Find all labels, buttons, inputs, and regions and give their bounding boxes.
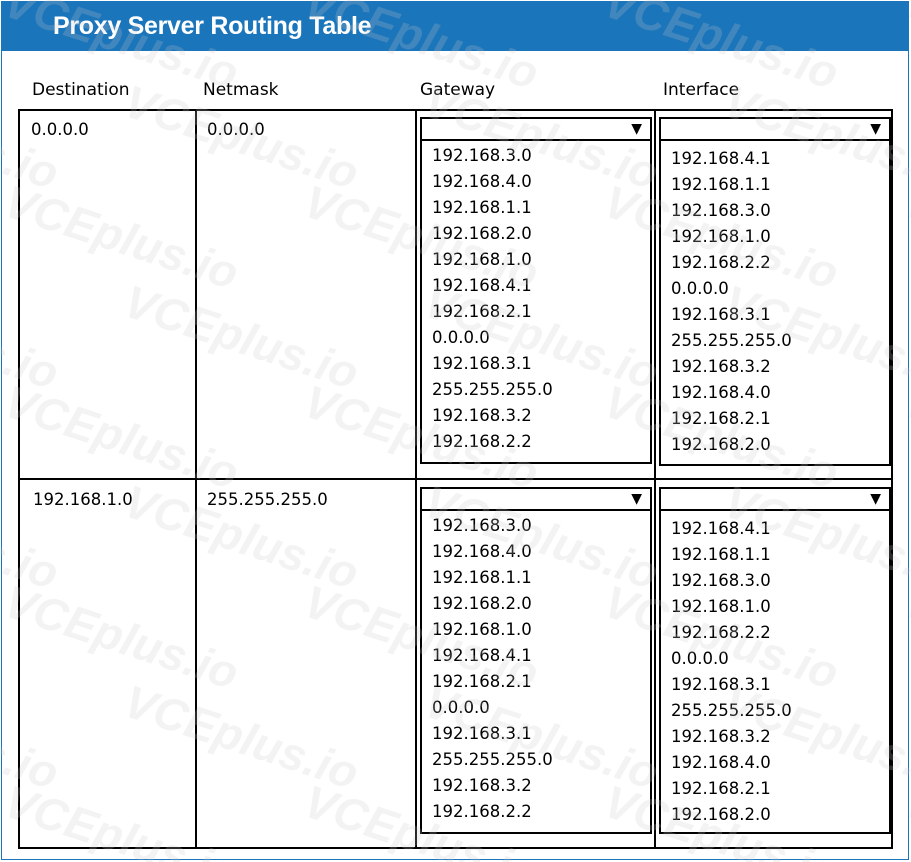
dropdown-option[interactable]: 192.168.1.1 [432, 565, 532, 591]
row-2-gateway-dropdown[interactable]: ▼ 192.168.3.0 192.168.4.0 192.168.1.1 192.1… [420, 487, 652, 834]
dropdown-option[interactable]: 192.168.1.0 [432, 247, 532, 273]
chevron-down-icon[interactable]: ▼ [631, 490, 642, 508]
dropdown-option[interactable]: 192.168.2.1 [671, 406, 771, 432]
dropdown-option[interactable]: 192.168.4.1 [671, 146, 771, 172]
dropdown-option[interactable]: 0.0.0.0 [671, 646, 729, 672]
dropdown-option[interactable]: 192.168.4.1 [671, 516, 771, 542]
dropdown-option[interactable]: 192.168.2.1 [432, 299, 532, 325]
dropdown-option[interactable]: 192.168.3.0 [671, 198, 771, 224]
dropdown-option[interactable]: 192.168.1.1 [671, 172, 771, 198]
chevron-down-icon[interactable]: ▼ [870, 490, 881, 508]
row-1-netmask: 0.0.0.0 [207, 120, 265, 139]
column-header-destination: Destination [32, 80, 130, 100]
dropdown-option[interactable]: 192.168.2.0 [432, 591, 532, 617]
dropdown-option[interactable]: 192.168.4.0 [671, 380, 771, 406]
dropdown-option[interactable]: 0.0.0.0 [432, 325, 490, 351]
dropdown-option[interactable]: 192.168.2.0 [671, 432, 771, 458]
dropdown-option[interactable]: 192.168.3.2 [432, 773, 532, 799]
dropdown-option[interactable]: 192.168.3.0 [671, 568, 771, 594]
dropdown-option[interactable]: 255.255.255.0 [671, 698, 792, 724]
row-2-destination: 192.168.1.0 [33, 490, 133, 509]
dropdown-option[interactable]: 192.168.2.1 [432, 669, 532, 695]
column-header-interface: Interface [663, 80, 740, 100]
row-2-interface-select[interactable]: ▼ [661, 489, 889, 511]
row-1-gateway-dropdown[interactable]: ▼ 192.168.3.0 192.168.4.0 192.168.1.1 192.1… [420, 117, 652, 464]
dropdown-option[interactable]: 192.168.1.0 [671, 224, 771, 250]
row-2-gateway-select[interactable]: ▼ [422, 489, 650, 511]
dropdown-option[interactable]: 192.168.3.1 [432, 721, 532, 747]
dropdown-option[interactable]: 192.168.2.0 [432, 221, 532, 247]
dropdown-option[interactable]: 192.168.1.0 [432, 617, 532, 643]
dropdown-option[interactable]: 192.168.2.2 [432, 429, 532, 455]
dropdown-option[interactable]: 192.168.1.0 [671, 594, 771, 620]
dropdown-option[interactable]: 192.168.2.2 [671, 250, 771, 276]
row-1-interface-dropdown[interactable]: ▼ 192.168.4.1 192.168.1.1 192.168.3.0 192.1… [659, 117, 891, 466]
dropdown-option[interactable]: 192.168.2.1 [671, 776, 771, 802]
dropdown-option[interactable]: 192.168.3.1 [671, 302, 771, 328]
routing-table: 0.0.0.0 0.0.0.0 ▼ 192.168.3.0 192.168.4.0… [18, 109, 893, 849]
row-2-interface-dropdown[interactable]: ▼ 192.168.4.1 192.168.1.1 192.168.3.0 192.1… [659, 487, 891, 834]
dropdown-option[interactable]: 192.168.4.1 [432, 643, 532, 669]
dropdown-option[interactable]: 0.0.0.0 [432, 695, 490, 721]
dropdown-option[interactable]: 192.168.4.0 [432, 169, 532, 195]
page-title: Proxy Server Routing Table [53, 12, 372, 40]
dropdown-option[interactable]: 192.168.3.2 [671, 724, 771, 750]
dropdown-option[interactable]: 192.168.3.1 [671, 672, 771, 698]
row-1-gateway-select[interactable]: ▼ [422, 119, 650, 141]
chevron-down-icon[interactable]: ▼ [631, 120, 642, 138]
row-divider [20, 478, 891, 480]
dropdown-option[interactable]: 0.0.0.0 [671, 276, 729, 302]
row-1-interface-select[interactable]: ▼ [661, 119, 889, 141]
dropdown-option[interactable]: 255.255.255.0 [432, 747, 553, 773]
chevron-down-icon[interactable]: ▼ [870, 120, 881, 138]
dropdown-option[interactable]: 192.168.3.0 [432, 143, 532, 169]
dropdown-option[interactable]: 192.168.3.2 [432, 403, 532, 429]
dropdown-option[interactable]: 192.168.2.2 [671, 620, 771, 646]
dropdown-option[interactable]: 255.255.255.0 [671, 328, 792, 354]
dropdown-option[interactable]: 192.168.2.2 [432, 799, 532, 825]
row-2-netmask: 255.255.255.0 [207, 490, 328, 509]
dropdown-option[interactable]: 192.168.3.0 [432, 513, 532, 539]
dropdown-option[interactable]: 192.168.4.0 [671, 750, 771, 776]
dropdown-option[interactable]: 192.168.2.0 [671, 802, 771, 828]
dropdown-option[interactable]: 192.168.4.1 [432, 273, 532, 299]
dropdown-option[interactable]: 192.168.3.1 [432, 351, 532, 377]
row-1-destination: 0.0.0.0 [31, 120, 89, 139]
dropdown-option[interactable]: 192.168.1.1 [671, 542, 771, 568]
column-header-netmask: Netmask [203, 80, 279, 100]
title-bar: Proxy Server Routing Table [1, 1, 909, 51]
dropdown-option[interactable]: 192.168.3.2 [671, 354, 771, 380]
dropdown-option[interactable]: 192.168.1.1 [432, 195, 532, 221]
dropdown-option[interactable]: 192.168.4.0 [432, 539, 532, 565]
column-header-gateway: Gateway [420, 80, 496, 100]
dropdown-option[interactable]: 255.255.255.0 [432, 377, 553, 403]
